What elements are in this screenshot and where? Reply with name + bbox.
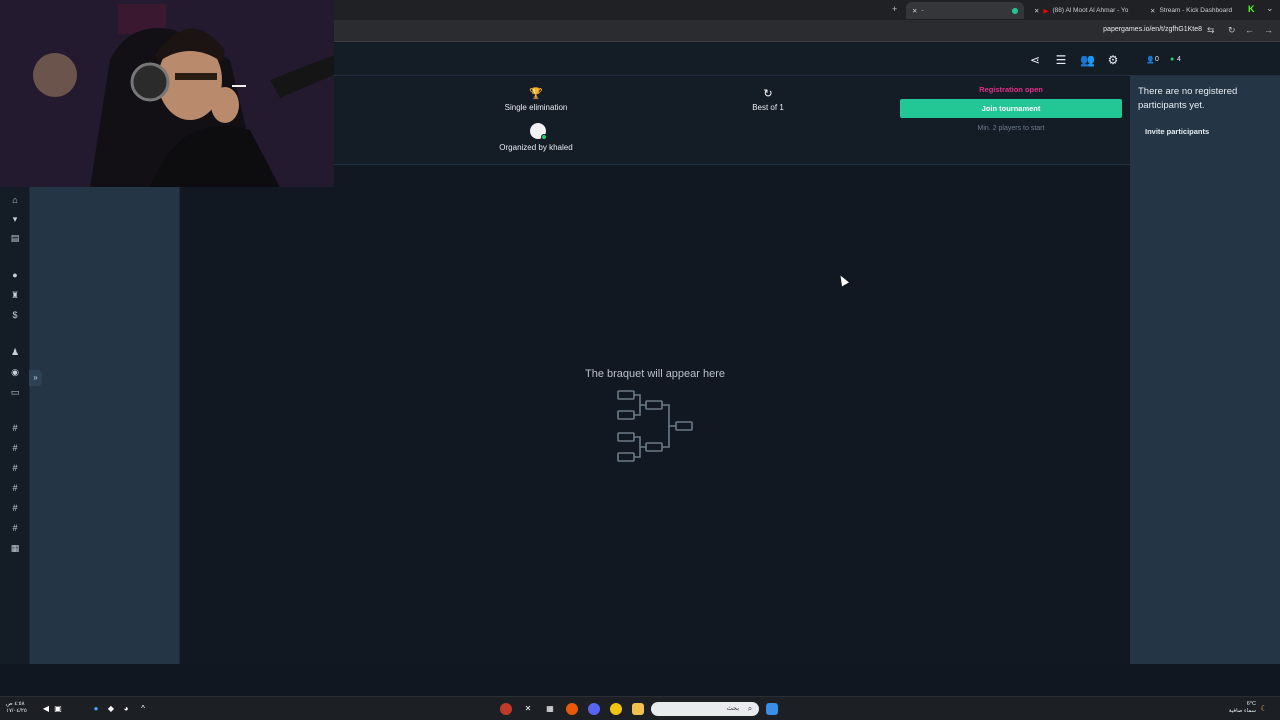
- network-icon[interactable]: ▣: [52, 703, 64, 715]
- youtube-icon: ▶: [1043, 7, 1049, 15]
- taskbar-clock[interactable]: ٤:٥٨ ص ١٧/٠٤/٢٥: [6, 701, 27, 715]
- store-icon[interactable]: ▤: [8, 231, 22, 245]
- share-icon[interactable]: ⋖: [1028, 53, 1042, 67]
- side-panel: [30, 187, 180, 664]
- tab-label: -: [921, 7, 924, 14]
- chrome-icon[interactable]: [610, 703, 622, 715]
- participants-panel: 👤 0 ● 4 There are no registered particip…: [1130, 43, 1280, 664]
- tab-close-icon[interactable]: ✕: [912, 7, 917, 15]
- taskbar-search[interactable]: بحث: [651, 702, 759, 716]
- extensions-icon[interactable]: ⇆: [1207, 25, 1215, 36]
- tab-kick[interactable]: ✕ Stream - Kick Dashboard: [1144, 2, 1256, 19]
- app-icon[interactable]: [500, 703, 512, 715]
- hashtag-icon[interactable]: #: [8, 461, 22, 475]
- mic-icon[interactable]: ●: [90, 703, 102, 715]
- weather-desc: سماء صافية: [1228, 708, 1256, 714]
- registration-status: Registration open: [979, 85, 1043, 94]
- clock-date: ١٧/٠٤/٢٥: [6, 708, 27, 714]
- format-info: 🏆 Single elimination: [494, 87, 578, 112]
- hashtag-icon[interactable]: #: [8, 481, 22, 495]
- registered-count-icon: 👤: [1146, 57, 1155, 64]
- taskbar: ٤:٥٨ ص ١٧/٠٤/٢٥ ◀ ▣ ● ◆ ◕ ^ ✕ ▦ بحث ⌕ 6°…: [0, 696, 1280, 720]
- settings-circle-icon[interactable]: ●: [8, 268, 22, 282]
- empty-participants-message: There are no registered participants yet…: [1138, 86, 1238, 111]
- best-of-info: ↻ Best of 1: [734, 87, 802, 112]
- document-icon[interactable]: ▦: [8, 541, 22, 555]
- file-explorer-icon[interactable]: [632, 703, 644, 715]
- firefox-icon[interactable]: [566, 703, 578, 715]
- bracket-icon: [617, 390, 693, 462]
- online-status-icon: [541, 134, 547, 140]
- best-of-label: Best of 1: [752, 103, 784, 112]
- refresh-icon: ↻: [763, 88, 773, 100]
- tab-close-icon[interactable]: ✕: [1034, 7, 1039, 15]
- new-tab-icon[interactable]: +: [892, 4, 897, 14]
- left-icon-rail: ⌂ ▾ ▤ ● ♜ $ ♟ ◉ ▭ # # # # # # ▦: [0, 187, 30, 664]
- discord-icon[interactable]: [588, 703, 600, 715]
- home-icon[interactable]: ⌂: [8, 193, 22, 207]
- tab-youtube[interactable]: ✕ ▶ (88) Al Moot Al Ahmar - Yo: [1028, 2, 1140, 19]
- search-icon[interactable]: ⌕: [744, 703, 756, 715]
- url-field[interactable]: papergames.io/en/t/zgfhG1Kte8: [1103, 26, 1202, 33]
- taskbar-weather[interactable]: 6°C سماء صافية: [1229, 701, 1256, 715]
- discord-tray-icon[interactable]: ◕: [120, 703, 132, 715]
- capcut-icon[interactable]: ✕: [522, 703, 534, 715]
- tab-current[interactable]: ✕ -: [906, 2, 1024, 19]
- gear-icon[interactable]: ⚙: [1106, 53, 1120, 67]
- robot-icon[interactable]: ◉: [8, 365, 22, 379]
- gamepad-icon[interactable]: ▭: [8, 385, 22, 399]
- trophy-nav-icon[interactable]: ♜: [8, 288, 22, 302]
- organizer-avatar[interactable]: [530, 123, 547, 140]
- tray-chevron-icon[interactable]: ^: [137, 703, 149, 715]
- speaker-icon[interactable]: ◀: [40, 703, 52, 715]
- join-tournament-button[interactable]: Join tournament: [900, 99, 1122, 118]
- participants-header: 👤 0 ● 4: [1130, 43, 1280, 76]
- tab-search-chevron-icon[interactable]: ⌄: [1266, 3, 1274, 14]
- clock-time: ٤:٥٨ ص: [6, 701, 25, 707]
- page-footer: [0, 664, 1280, 696]
- expand-sidebar-icon[interactable]: »: [29, 370, 42, 386]
- users-icon[interactable]: 👥: [1080, 53, 1095, 67]
- webcam-feed-image: [0, 0, 334, 187]
- bracket-placeholder-text: The braquet will appear here: [584, 368, 726, 380]
- cart-icon[interactable]: ▾: [8, 212, 22, 226]
- invite-participants-link[interactable]: Invite participants: [1145, 127, 1209, 136]
- weather-temp: 6°C: [1246, 701, 1256, 707]
- hashtag-icon[interactable]: #: [8, 421, 22, 435]
- list-icon[interactable]: ☰: [1054, 53, 1068, 67]
- tab-close-icon[interactable]: ✕: [1150, 7, 1155, 15]
- webcam-overlay: [0, 0, 334, 187]
- tab-label: Stream - Kick Dashboard: [1159, 7, 1233, 14]
- reload-icon[interactable]: ↻: [1228, 25, 1236, 36]
- hashtag-icon[interactable]: #: [8, 501, 22, 515]
- nvidia-icon[interactable]: ◆: [105, 703, 117, 715]
- tournament-info: 🏆 Single elimination Organized by khaled…: [334, 77, 1130, 165]
- weather-moon-icon: ☾: [1260, 704, 1268, 713]
- dollar-icon[interactable]: $: [8, 308, 22, 322]
- min-players-note: Min. 2 players to start: [977, 125, 1045, 132]
- bracket-area: The braquet will appear here: [180, 166, 1130, 664]
- registered-count: 0: [1155, 56, 1159, 63]
- friends-icon[interactable]: ♟: [8, 345, 22, 359]
- hashtag-icon[interactable]: #: [8, 441, 22, 455]
- back-icon[interactable]: ←: [1245, 25, 1254, 35]
- task-view-icon[interactable]: ▦: [544, 703, 556, 715]
- organizer-label[interactable]: Organized by khaled: [484, 143, 588, 152]
- forward-icon[interactable]: →: [1264, 25, 1273, 35]
- hashtag-icon[interactable]: #: [8, 521, 22, 535]
- kick-icon: K: [1248, 4, 1255, 14]
- windows-start-icon[interactable]: [766, 703, 778, 715]
- online-count: 4: [1177, 56, 1181, 63]
- audio-indicator-icon: [1012, 7, 1018, 14]
- online-dot-icon: ●: [1170, 56, 1175, 63]
- format-label: Single elimination: [504, 103, 568, 112]
- trophy-icon: 🏆: [529, 88, 543, 100]
- tab-label: (88) Al Moot Al Ahmar - Yo: [1052, 7, 1129, 14]
